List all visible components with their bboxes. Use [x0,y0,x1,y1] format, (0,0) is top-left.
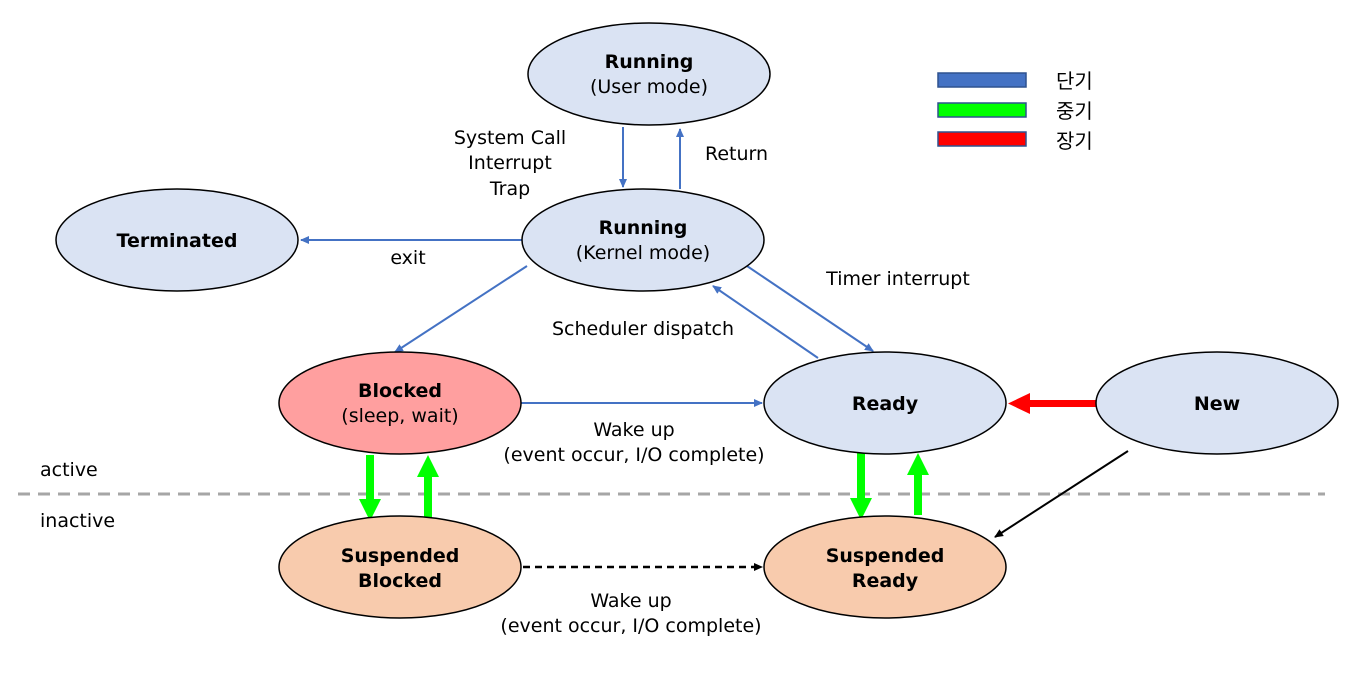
label-system-call: System Call [454,127,566,149]
label-wake-up-1-detail: (event occur, I/O complete) [503,444,764,466]
edge-suspended-blocked-to-blocked [417,455,439,518]
edge-blocked-to-suspended-blocked [359,455,381,521]
svg-text:Suspended: Suspended [341,545,460,567]
edge-ready-to-suspended-ready [850,452,872,520]
svg-text:Running: Running [599,217,688,239]
node-ready: Ready [763,351,1007,455]
legend-swatch-mid [937,102,1027,118]
node-terminated: Terminated [55,188,299,292]
legend-swatch-short [937,72,1027,88]
svg-text:Blocked: Blocked [358,570,442,592]
legend-label-short: 단기 [1056,69,1093,93]
label-trap: Trap [489,178,530,200]
node-running-kernel: Running (Kernel mode) [521,188,765,292]
node-suspended-ready: Suspended Ready [763,515,1007,619]
svg-text:Ready: Ready [852,393,919,415]
edge-kernel-to-blocked [394,265,528,353]
label-wake-up-1: Wake up [593,419,674,441]
node-blocked: Blocked (sleep, wait) [278,351,522,455]
zone-label-inactive: inactive [40,510,115,532]
label-exit: exit [390,247,425,269]
svg-text:Ready: Ready [852,570,919,592]
svg-text:Blocked: Blocked [358,380,442,402]
node-suspended-blocked: Suspended Blocked [278,515,522,619]
svg-text:Running: Running [605,51,694,73]
edge-new-to-ready [1008,393,1096,414]
svg-text:(sleep, wait): (sleep, wait) [341,405,458,427]
label-return: Return [705,143,768,165]
node-running-user: Running (User mode) [527,22,771,126]
label-interrupt: Interrupt [468,152,552,174]
zone-label-active: active [40,459,98,481]
label-timer-interrupt: Timer interrupt [825,268,970,290]
label-wake-up-2-detail: (event occur, I/O complete) [500,615,761,637]
svg-text:New: New [1194,393,1240,415]
svg-text:Suspended: Suspended [826,545,945,567]
legend-label-mid: 중기 [1056,99,1093,123]
edge-suspended-ready-to-ready [907,453,929,515]
label-scheduler-dispatch: Scheduler dispatch [552,318,734,340]
legend-label-long: 장기 [1056,129,1093,153]
legend: 단기 중기 장기 [937,69,1093,153]
svg-text:(User mode): (User mode) [590,76,708,98]
node-new: New [1095,351,1339,455]
svg-text:(Kernel mode): (Kernel mode) [576,242,710,264]
svg-text:Terminated: Terminated [117,230,238,252]
process-state-diagram: 단기 중기 장기 active inactive Running (User m… [18,22,1339,637]
label-wake-up-2: Wake up [590,590,671,612]
legend-swatch-long [937,131,1027,147]
